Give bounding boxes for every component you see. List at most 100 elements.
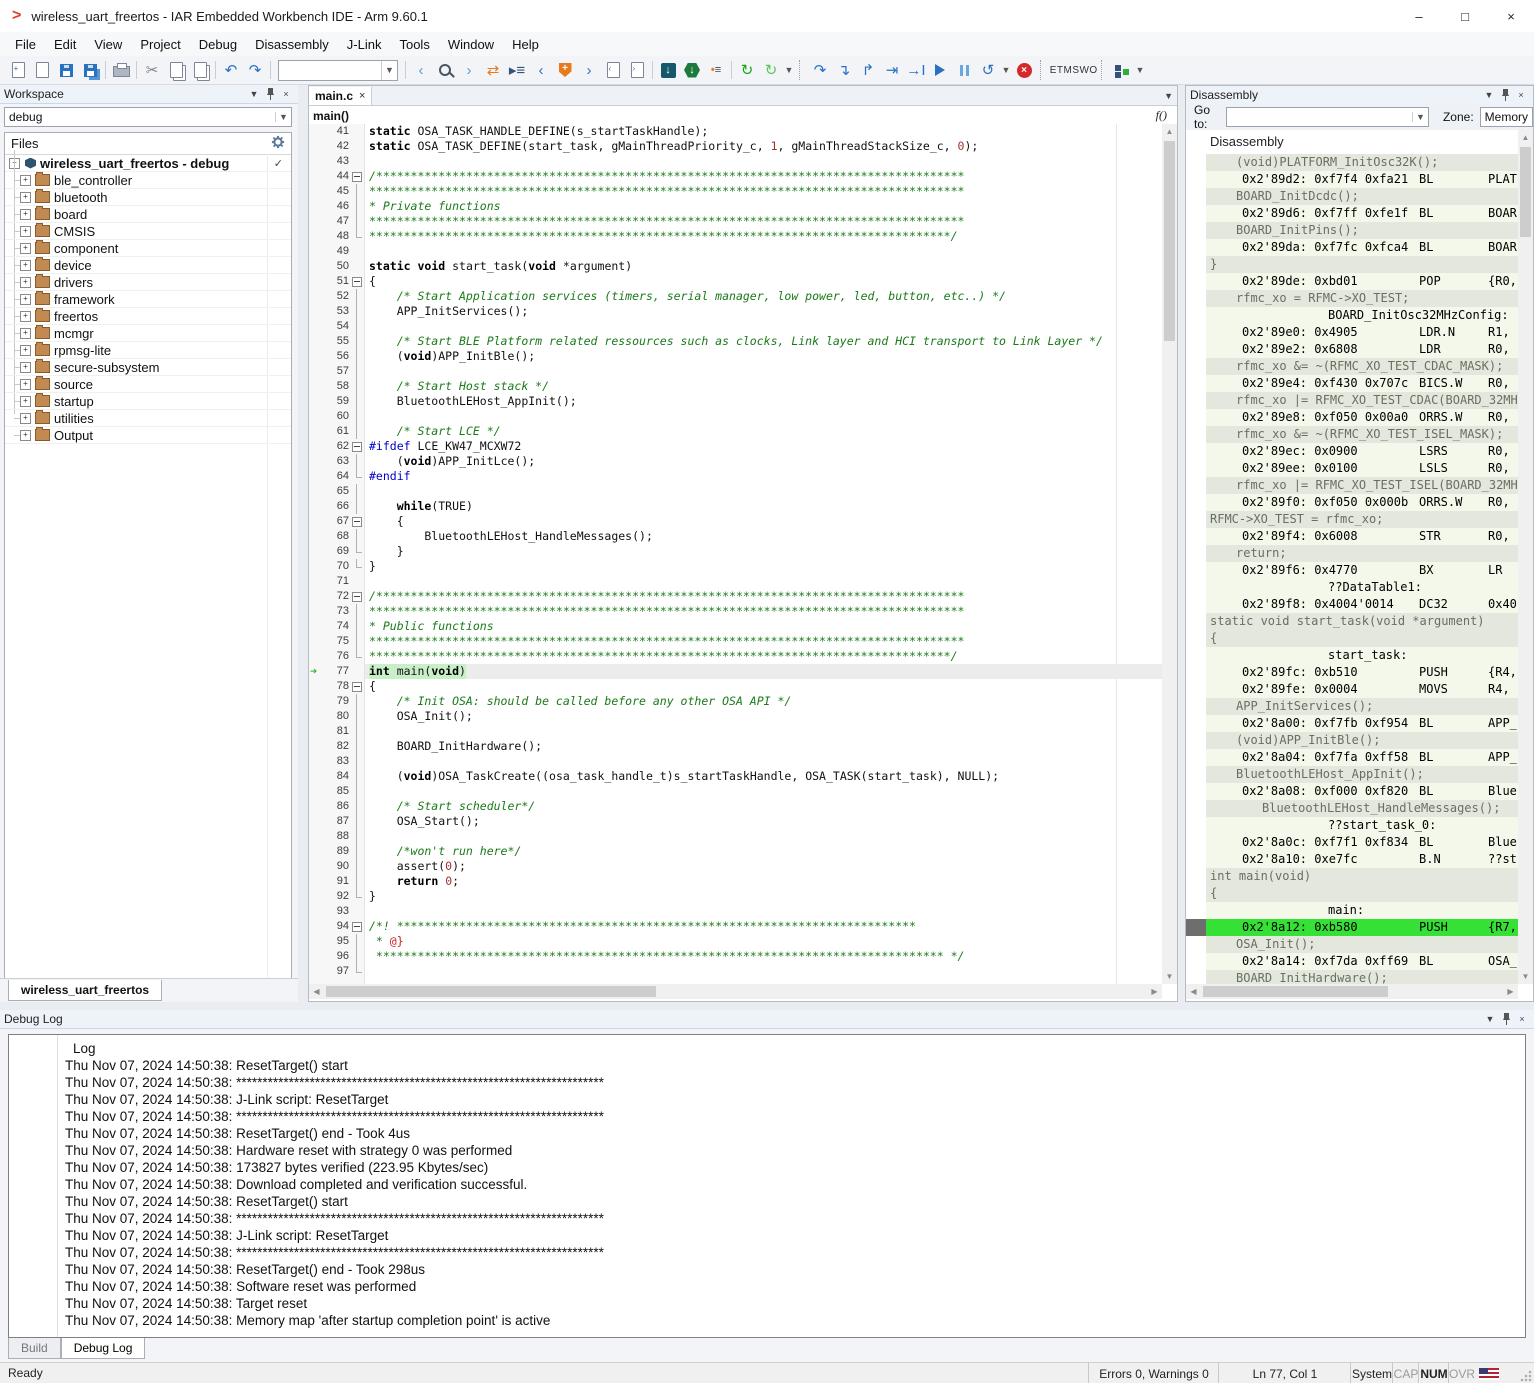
code-line-44[interactable]: 44/*************************************… [309, 169, 1162, 184]
expand-icon[interactable]: + [20, 328, 31, 339]
navigate-forward-button[interactable]: › [577, 58, 601, 82]
code-line-43[interactable]: 43 [309, 154, 1162, 169]
disassembly-instruction-row[interactable]: 0x2'89fc: 0xb510PUSH{R4, [1206, 664, 1518, 681]
disassembly-label-row[interactable]: ??DataTable1: [1206, 579, 1518, 596]
disassembly-source-row[interactable]: BOARD_InitDcdc(); [1206, 188, 1518, 205]
code-line-85[interactable]: 85 [309, 784, 1162, 799]
save-all-button[interactable] [78, 58, 102, 82]
disassembly-instruction-row[interactable]: 0x2'89fe: 0x0004MOVSR4, [1206, 681, 1518, 698]
code-line-95[interactable]: 95 * @} [309, 934, 1162, 949]
code-line-91[interactable]: 91 return 0; [309, 874, 1162, 889]
scroll-down-icon[interactable]: ▼ [1162, 969, 1177, 984]
code-line-50[interactable]: 50static void start_task(void *argument) [309, 259, 1162, 274]
debug-log-viewport[interactable]: Log Thu Nov 07, 2024 14:50:38: ResetTarg… [8, 1034, 1526, 1338]
code-line-63[interactable]: 63 (void)APP_InitLce(); [309, 454, 1162, 469]
code-line-81[interactable]: 81 [309, 724, 1162, 739]
code-line-51[interactable]: 51{ [309, 274, 1162, 289]
go-button[interactable] [928, 58, 952, 82]
scroll-right-icon[interactable]: ▶ [1147, 984, 1162, 999]
code-line-60[interactable]: 60 [309, 409, 1162, 424]
fold-collapse-icon[interactable] [352, 682, 362, 692]
disassembly-instruction-row[interactable]: 0x2'8a14: 0xf7da 0xff69BLOSA_ [1206, 953, 1518, 970]
fold-collapse-icon[interactable] [352, 922, 362, 932]
expand-icon[interactable]: + [20, 311, 31, 322]
find-next-button[interactable]: › [457, 58, 481, 82]
copy-button[interactable] [164, 58, 188, 82]
code-line-58[interactable]: 58 /* Start Host stack */ [309, 379, 1162, 394]
disassembly-label-row[interactable]: start_task: [1206, 647, 1518, 664]
menu-project[interactable]: Project [131, 34, 189, 55]
disassembly-instruction-row[interactable]: 0x2'89d2: 0xf7f4 0xfa21BLPLAT [1206, 171, 1518, 188]
fold-collapse-icon[interactable] [352, 277, 362, 287]
code-line-96[interactable]: 96 *************************************… [309, 949, 1162, 964]
fold-collapse-icon[interactable] [352, 442, 362, 452]
disassembly-instruction-row[interactable]: 0x2'89e2: 0x6808LDRR0, [1206, 341, 1518, 358]
disassembly-source-row[interactable]: RFMC->XO_TEST = rfmc_xo; [1206, 511, 1518, 528]
tree-item-board[interactable]: +board [5, 206, 291, 223]
code-line-83[interactable]: 83 [309, 754, 1162, 769]
code-line-67[interactable]: 67 { [309, 514, 1162, 529]
tree-item-component[interactable]: +component [5, 240, 291, 257]
stop-debugging-button[interactable]: × [1012, 58, 1036, 82]
disassembly-instruction-row[interactable]: 0x2'89f4: 0x6008STRR0, [1206, 528, 1518, 545]
code-line-57[interactable]: 57 [309, 364, 1162, 379]
step-over-button[interactable]: ↷ [808, 58, 832, 82]
tree-item-bluetooth[interactable]: +bluetooth [5, 189, 291, 206]
tree-item-device[interactable]: +device [5, 257, 291, 274]
code-line-87[interactable]: 87 OSA_Start(); [309, 814, 1162, 829]
scroll-right-icon[interactable]: ▶ [1503, 984, 1518, 999]
menu-help[interactable]: Help [503, 34, 548, 55]
tree-item-startup[interactable]: +startup [5, 393, 291, 410]
code-line-75[interactable]: 75**************************************… [309, 634, 1162, 649]
expand-icon[interactable]: + [20, 362, 31, 373]
paste-button[interactable] [188, 58, 212, 82]
tree-item-source[interactable]: +source [5, 376, 291, 393]
tree-item-mcmgr[interactable]: +mcmgr [5, 325, 291, 342]
print-button[interactable] [109, 58, 133, 82]
disassembly-source-row[interactable]: BOARD_InitHardware(); [1206, 970, 1518, 984]
code-line-47[interactable]: 47**************************************… [309, 214, 1162, 229]
configuration-dropdown[interactable]: debug ▼ [4, 107, 292, 127]
break-button[interactable] [952, 58, 976, 82]
code-line-42[interactable]: 42static OSA_TASK_DEFINE(start_task, gMa… [309, 139, 1162, 154]
code-area[interactable]: 41static OSA_TASK_HANDLE_DEFINE(s_startT… [309, 124, 1162, 984]
save-button[interactable] [54, 58, 78, 82]
debug-log-pin-icon[interactable] [1498, 1012, 1514, 1027]
disassembly-content[interactable]: Disassembly (void)PLATFORM_InitOsc32K();… [1186, 130, 1518, 984]
scroll-up-icon[interactable]: ▲ [1518, 130, 1533, 145]
code-line-70[interactable]: 70} [309, 559, 1162, 574]
code-line-84[interactable]: 84 (void)OSA_TaskCreate((osa_task_handle… [309, 769, 1162, 784]
tree-item-blecontroller[interactable]: +ble_controller [5, 172, 291, 189]
code-line-41[interactable]: 41static OSA_TASK_HANDLE_DEFINE(s_startT… [309, 124, 1162, 139]
tree-item-cmsis[interactable]: +CMSIS [5, 223, 291, 240]
expand-icon[interactable]: + [20, 345, 31, 356]
toggle-bookmark-button[interactable]: + [553, 58, 577, 82]
navigate-backward-button[interactable]: ‹ [529, 58, 553, 82]
gear-icon[interactable] [271, 135, 285, 152]
reset-button[interactable]: ↺ [976, 58, 1000, 82]
code-line-52[interactable]: 52 /* Start Application services (timers… [309, 289, 1162, 304]
reset-menu-chevron[interactable]: ▼ [1000, 65, 1012, 75]
code-line-97[interactable]: 97 [309, 964, 1162, 979]
code-line-49[interactable]: 49 [309, 244, 1162, 259]
disassembly-source-row[interactable]: return; [1206, 545, 1518, 562]
multicore-button[interactable] [1110, 58, 1134, 82]
code-line-65[interactable]: 65 [309, 484, 1162, 499]
code-line-72[interactable]: 72/*************************************… [309, 589, 1162, 604]
workspace-close-icon[interactable]: × [278, 89, 294, 99]
disassembly-instruction-row[interactable]: 0x2'89f8: 0x4004'0014DC320x40 [1206, 596, 1518, 613]
disassembly-source-row[interactable]: int main(void) [1206, 868, 1518, 885]
expand-icon[interactable]: + [20, 413, 31, 424]
expand-icon[interactable]: + [20, 379, 31, 390]
disassembly-vertical-scrollbar[interactable]: ▲ ▼ [1518, 130, 1533, 984]
disassembly-label-row[interactable]: main: [1206, 902, 1518, 919]
disassembly-close-icon[interactable]: × [1513, 90, 1529, 100]
menu-debug[interactable]: Debug [190, 34, 246, 55]
next-bookmark-button[interactable]: › [625, 58, 649, 82]
tree-item-framework[interactable]: +framework [5, 291, 291, 308]
scroll-up-icon[interactable]: ▲ [1162, 124, 1177, 139]
close-icon[interactable]: × [359, 90, 365, 102]
find-previous-button[interactable]: ‹ [409, 58, 433, 82]
disassembly-instruction-row[interactable]: 0x2'89de: 0xbd01POP{R0, [1206, 273, 1518, 290]
goto-combo[interactable]: ▼ [1226, 107, 1429, 127]
